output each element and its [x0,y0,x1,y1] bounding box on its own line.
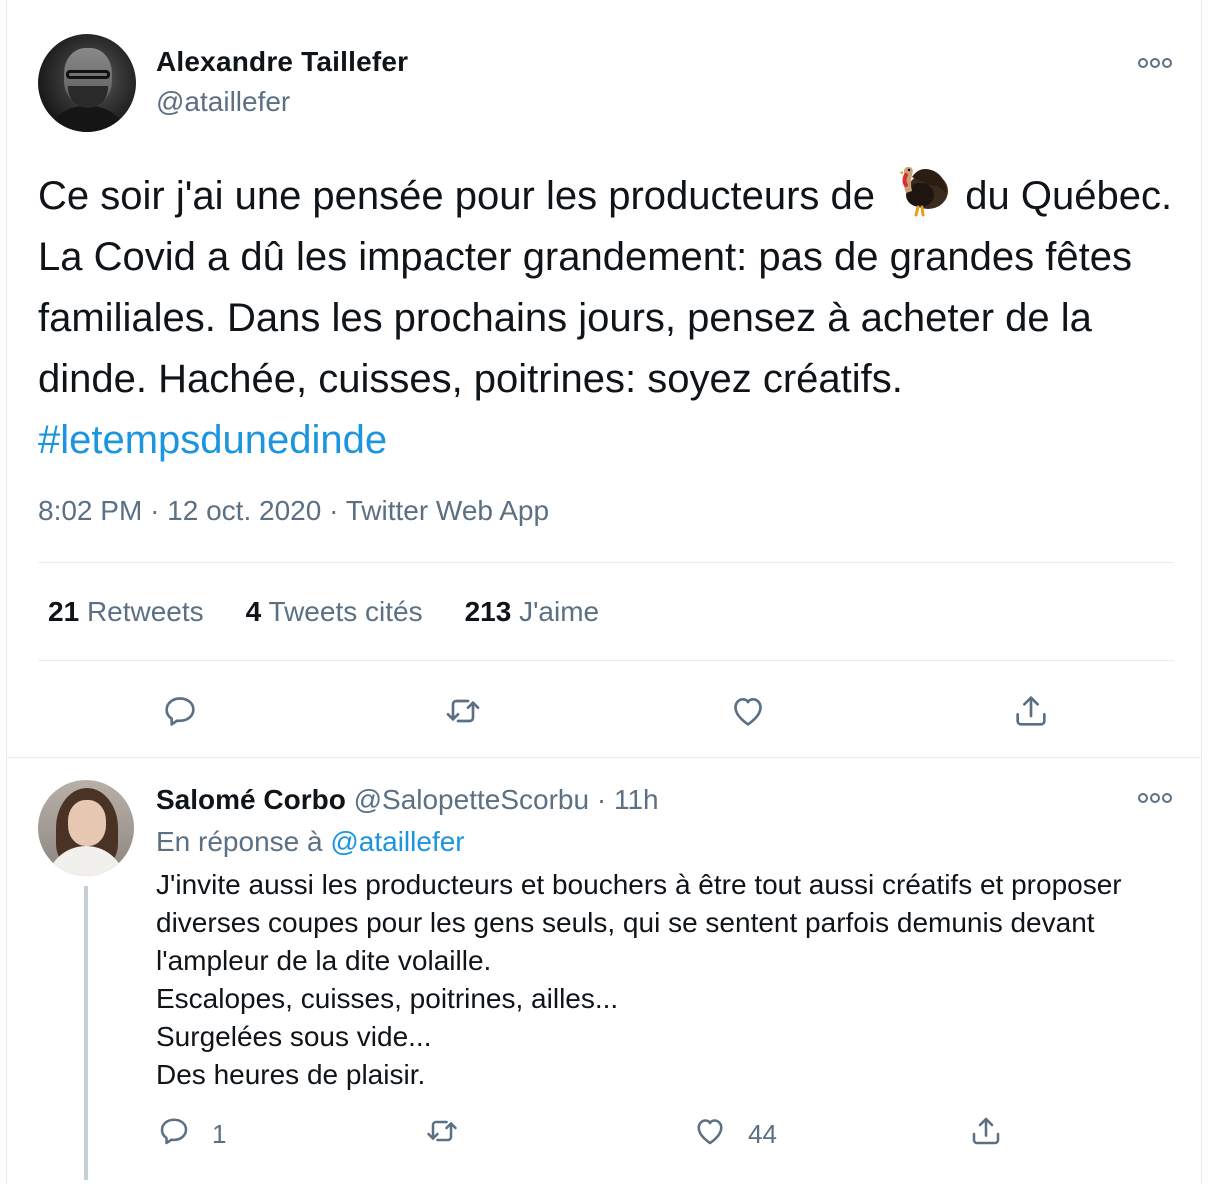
quotes-count: 4 [245,596,262,627]
like-icon [692,1113,728,1156]
section-divider [6,757,1202,758]
more-options-icon[interactable] [1137,790,1173,806]
reply-icon[interactable] [160,691,200,731]
likes-count: 213 [464,596,512,627]
replying-to-mention[interactable]: @ataillefer [330,826,464,857]
share-action[interactable] [968,1113,1004,1156]
quotes-stat[interactable]: 4 Tweets cités [246,596,423,628]
reply-text: J'invite aussi les producteurs et bouche… [156,869,1122,1090]
thread-line [84,886,88,1180]
retweet-action[interactable] [424,1113,480,1156]
reply-header: Salomé Corbo @SalopetteScorbu · 11h [156,784,659,816]
hashtag-link[interactable]: #letempsdunedinde [38,418,387,462]
tweet-time[interactable]: 8:02 PM [38,495,142,526]
divider [38,562,1174,563]
turkey-icon [890,163,950,217]
tweet-source[interactable]: Twitter Web App [346,495,549,526]
like-count: 44 [748,1119,777,1149]
frame-left-border [6,0,7,1184]
share-icon [968,1113,1004,1156]
tweet-stats: 21 Retweets 4 Tweets cités 213 J'aime [48,596,599,628]
like-icon[interactable] [728,691,768,731]
retweets-count: 21 [48,596,80,627]
more-options-icon[interactable] [1137,55,1173,71]
meta-separator: · [596,784,614,815]
divider [38,660,1174,661]
tweet-text: Ce soir j'ai une pensée pour les product… [38,163,1178,471]
quotes-label: Tweets cités [268,596,423,627]
reply-author-avatar[interactable] [38,780,134,876]
reply-time[interactable]: 11h [614,784,659,815]
retweets-stat[interactable]: 21 Retweets [48,596,204,628]
reply-icon [156,1113,192,1156]
reply-author-handle[interactable]: @SalopetteScorbu [354,784,589,815]
author-handle[interactable]: @ataillefer [156,86,290,118]
tweet-date[interactable]: 12 oct. 2020 [167,495,321,526]
retweet-icon[interactable] [443,691,483,731]
share-icon[interactable] [1011,691,1051,731]
retweet-icon [424,1113,460,1156]
tweet-meta: 8:02 PM · 12 oct. 2020 · Twitter Web App [38,495,549,527]
meta-separator: · [329,495,346,526]
likes-stat[interactable]: 213 J'aime [465,596,600,628]
reply-author-name[interactable]: Salomé Corbo [156,784,346,815]
meta-separator: · [150,495,168,526]
tweet-text-part1: Ce soir j'ai une pensée pour les product… [38,174,887,218]
frame-right-border [1201,0,1202,1184]
replying-to-label: En réponse à [156,826,323,857]
replying-to: En réponse à @ataillefer [156,826,465,858]
retweets-label: Retweets [86,596,204,627]
author-name[interactable]: Alexandre Taillefer [156,46,408,78]
reply-count: 1 [212,1119,227,1149]
author-avatar[interactable] [38,34,136,132]
like-action[interactable]: 44 [692,1113,777,1156]
likes-label: J'aime [519,596,600,627]
reply-action[interactable]: 1 [156,1113,226,1156]
